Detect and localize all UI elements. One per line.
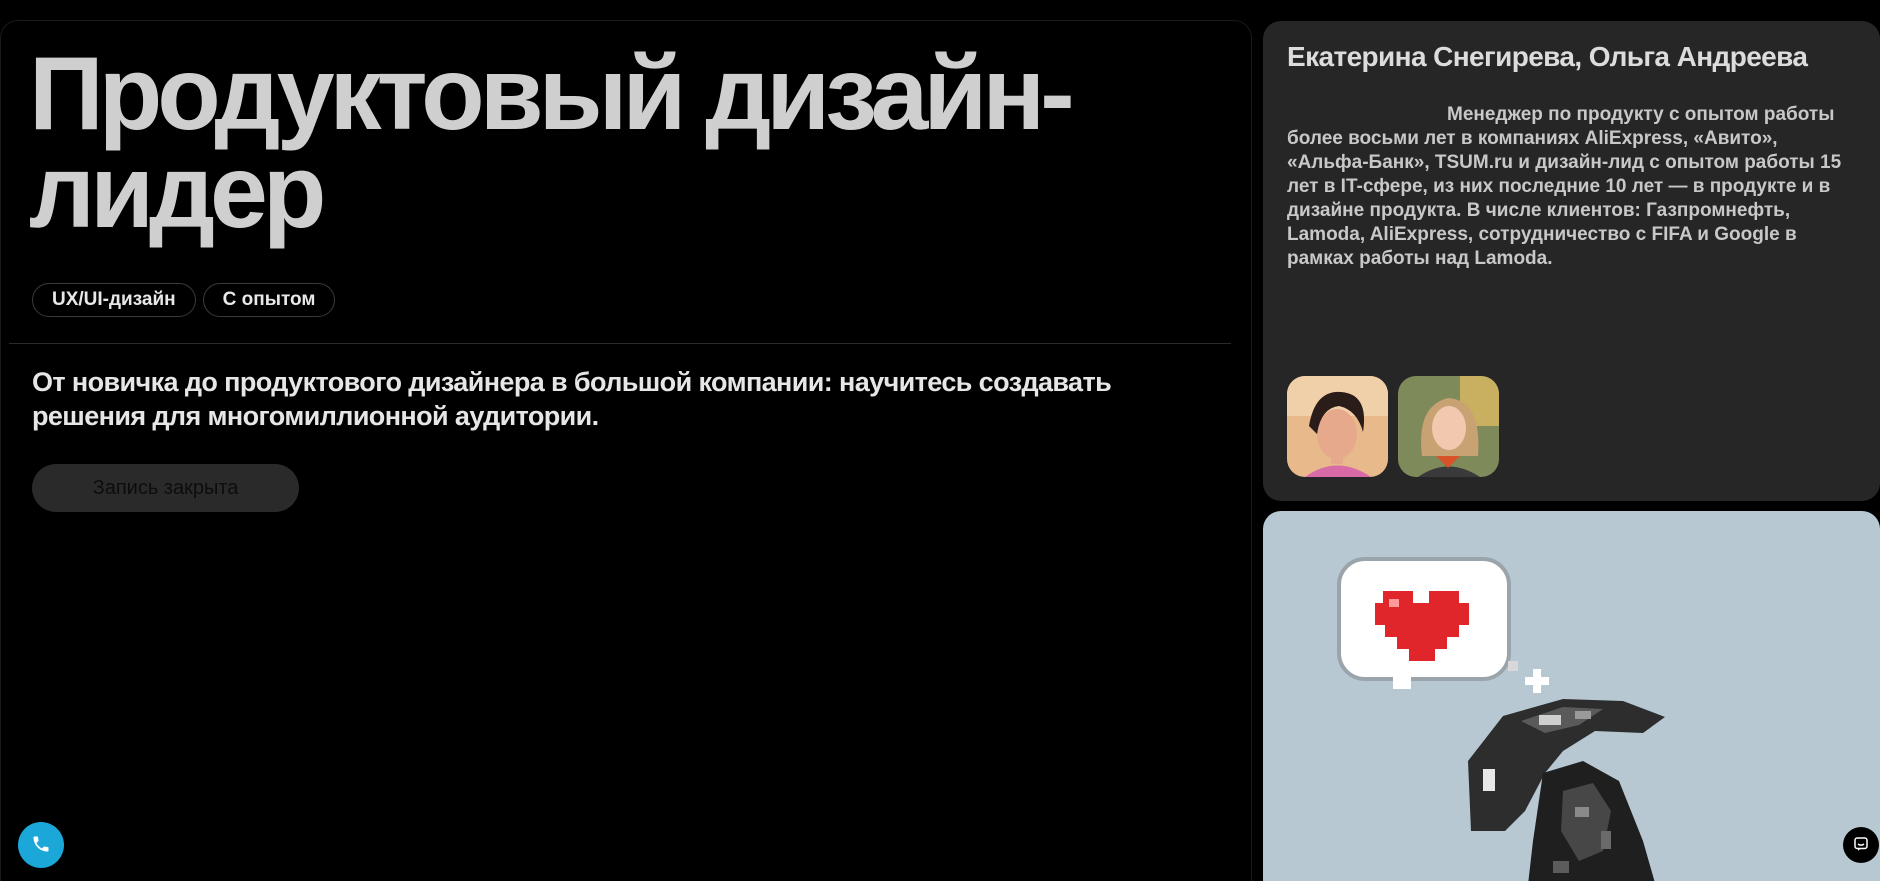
course-title: Продуктовый дизайн-лидер bbox=[29, 36, 1075, 250]
authors-card: Екатерина Снегирева, Ольга Андреева Мене… bbox=[1263, 21, 1880, 501]
pixel-alien bbox=[1468, 699, 1665, 881]
course-hero-panel: Продуктовый дизайн-лидер UX/UI-дизайн С … bbox=[0, 20, 1252, 881]
chat-button[interactable] bbox=[1843, 827, 1879, 863]
course-description: От новичка до продуктового дизайнера в б… bbox=[32, 367, 1112, 431]
enroll-closed-button[interactable]: Запись закрыта bbox=[32, 464, 299, 512]
call-button[interactable] bbox=[18, 822, 64, 868]
author-avatars bbox=[1287, 376, 1499, 477]
tag-ux-ui-design[interactable]: UX/UI-дизайн bbox=[32, 283, 196, 317]
authors-names: Екатерина Снегирева, Ольга Андреева bbox=[1287, 41, 1808, 72]
avatar-olga-andreeva bbox=[1398, 376, 1499, 477]
phone-icon bbox=[31, 834, 51, 857]
pixel-art-illustration bbox=[1263, 511, 1880, 881]
authors-bio: Менеджер по продукту с опытом работы бол… bbox=[1287, 104, 1842, 269]
divider bbox=[9, 343, 1231, 344]
tag-with-experience[interactable]: С опытом bbox=[202, 283, 336, 317]
avatar-ekaterina-snegireva bbox=[1287, 376, 1388, 477]
course-tags: UX/UI-дизайн С опытом bbox=[32, 283, 336, 317]
chat-icon bbox=[1852, 835, 1870, 856]
course-page: Продуктовый дизайн-лидер UX/UI-дизайн С … bbox=[0, 0, 1880, 881]
pixel-alien-with-heart-image bbox=[1337, 557, 1665, 881]
